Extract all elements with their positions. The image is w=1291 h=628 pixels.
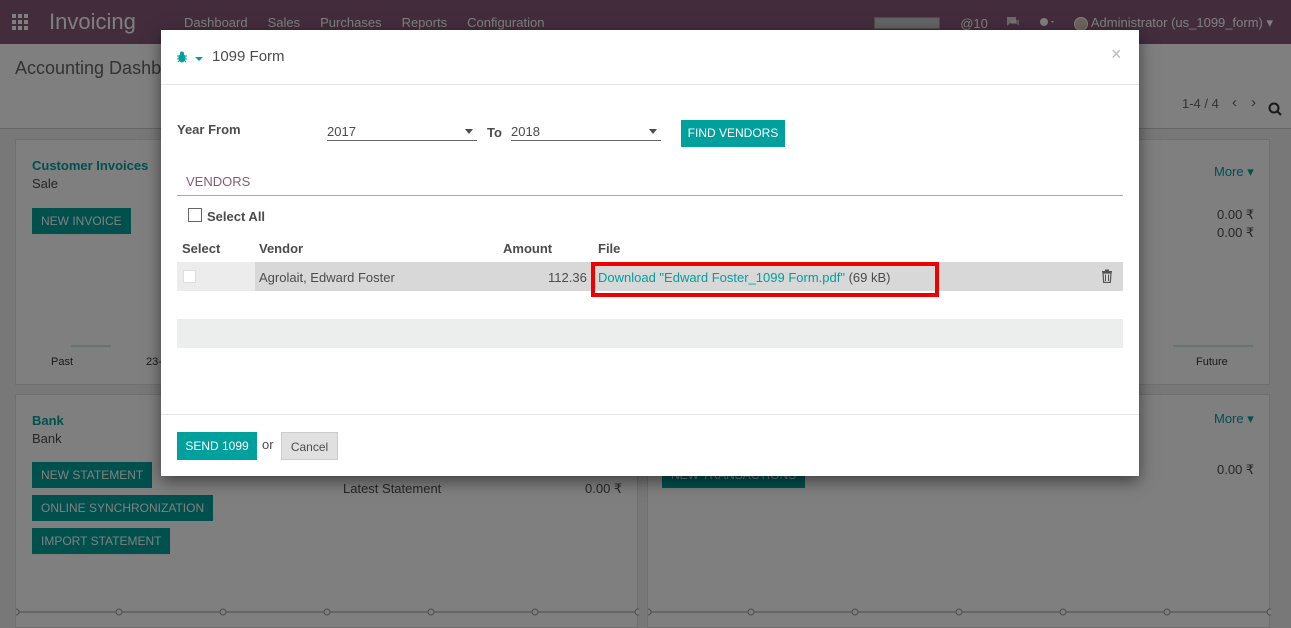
tab-vendors[interactable]: VENDORS [186,174,250,189]
form-1099-dialog: 1099 Form × Year From 2017 To 2018 FIND … [161,30,1139,476]
find-vendors-button[interactable]: FIND VENDORS [681,120,785,147]
row-checkbox[interactable] [183,270,196,283]
year-from-label: Year From [177,122,241,137]
or-label: or [262,437,274,452]
highlight-box [591,262,939,297]
dialog-title: 1099 Form [212,48,285,65]
trash-icon[interactable] [1101,269,1113,284]
close-icon[interactable]: × [1111,44,1122,65]
send-1099-button[interactable]: SEND 1099 [177,432,257,460]
select-all-checkbox[interactable] [188,208,202,222]
year-from-select[interactable]: 2017 [327,121,477,141]
col-header-file[interactable]: File [598,241,620,256]
year-from-value: 2017 [327,124,356,139]
dialog-header: 1099 Form × [161,30,1139,85]
empty-table-row [177,319,1123,348]
dialog-footer: SEND 1099 or Cancel [161,414,1139,476]
to-label: To [487,125,502,140]
debug-caret-icon[interactable] [195,57,203,61]
col-header-select: Select [182,241,221,256]
col-header-vendor[interactable]: Vendor [259,241,303,256]
year-to-select[interactable]: 2018 [511,121,661,141]
select-all-label[interactable]: Select All [207,209,265,224]
row-select-cell[interactable] [177,262,255,291]
bug-icon[interactable] [176,51,188,63]
vendor-cell: Agrolait, Edward Foster [259,270,395,285]
tab-divider [177,195,1123,196]
col-header-amount[interactable]: Amount [503,241,552,256]
cancel-button[interactable]: Cancel [281,432,338,460]
amount-cell: 112.36 [548,270,587,285]
year-to-value: 2018 [511,124,540,139]
